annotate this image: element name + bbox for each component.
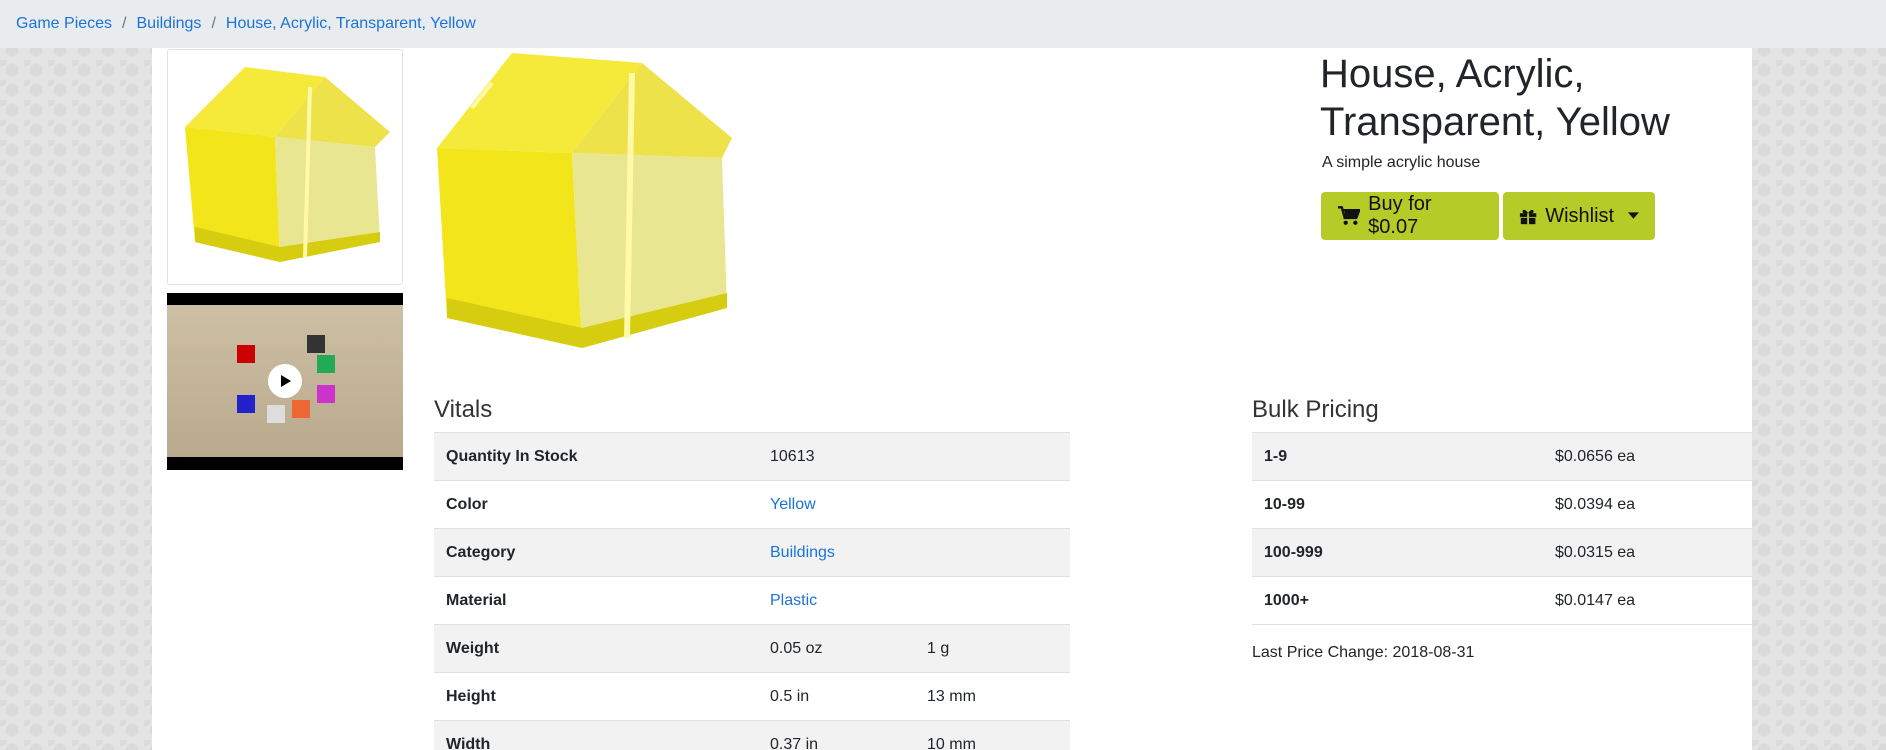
- thumbnail-image[interactable]: [167, 49, 403, 285]
- wishlist-button-label: Wishlist: [1545, 204, 1615, 227]
- wishlist-button[interactable]: Wishlist: [1503, 192, 1655, 240]
- table-row: 1-9 $0.0656 ea: [1252, 432, 1752, 481]
- vitals-value: 10613: [758, 432, 915, 481]
- vitals-extra: [915, 480, 1070, 529]
- bulk-price: $0.0147 ea: [1543, 576, 1752, 625]
- buy-button-label: Buy for $0.07: [1368, 193, 1432, 238]
- vitals-heading: Vitals: [434, 396, 493, 423]
- vitals-label: Width: [434, 720, 758, 750]
- last-price-change: Last Price Change: 2018-08-31: [1252, 644, 1475, 661]
- bulk-pricing-table: 1-9 $0.0656 ea 10-99 $0.0394 ea 100-999 …: [1252, 432, 1752, 625]
- bulk-qty: 1000+: [1252, 576, 1543, 625]
- breadcrumb-current[interactable]: House, Acrylic, Transparent, Yellow: [226, 15, 476, 33]
- product-title: House, Acrylic, Transparent, Yellow: [1320, 52, 1670, 144]
- vitals-extra: 1 g: [915, 624, 1070, 673]
- vitals-label: Quantity In Stock: [434, 432, 758, 481]
- table-row: Quantity In Stock 10613: [434, 432, 1070, 481]
- vitals-value: 0.5 in: [758, 672, 915, 721]
- breadcrumb-separator: /: [122, 15, 127, 32]
- bulk-price: $0.0315 ea: [1543, 528, 1752, 577]
- breadcrumb: Game Pieces / Buildings / House, Acrylic…: [0, 0, 1886, 48]
- vitals-extra: [915, 528, 1070, 577]
- bulk-pricing-heading: Bulk Pricing: [1252, 396, 1379, 423]
- play-icon[interactable]: [268, 364, 302, 398]
- buy-button[interactable]: Buy for $0.07: [1321, 192, 1499, 240]
- bulk-price: $0.0656 ea: [1543, 432, 1752, 481]
- house-piece-image: [185, 67, 390, 262]
- product-subtitle: A simple acrylic house: [1322, 154, 1481, 171]
- material-link[interactable]: Plastic: [770, 592, 817, 609]
- vitals-table: Quantity In Stock 10613 Color Yellow Cat…: [434, 432, 1070, 750]
- table-row: Width 0.37 in 10 mm: [434, 720, 1070, 750]
- vitals-extra: [915, 432, 1070, 481]
- cart-icon: [1337, 206, 1361, 225]
- category-link[interactable]: Buildings: [770, 544, 835, 561]
- caret-down-icon: [1628, 212, 1639, 219]
- vitals-label: Height: [434, 672, 758, 721]
- vitals-value: 0.05 oz: [758, 624, 915, 673]
- breadcrumb-game-pieces[interactable]: Game Pieces: [16, 15, 112, 33]
- table-row: Material Plastic: [434, 576, 1070, 625]
- table-row: Color Yellow: [434, 480, 1070, 529]
- main-product-image: [432, 48, 742, 353]
- bulk-qty: 1-9: [1252, 432, 1543, 481]
- vitals-label: Category: [434, 528, 758, 577]
- color-link[interactable]: Yellow: [770, 496, 816, 513]
- breadcrumb-separator: /: [211, 15, 216, 32]
- breadcrumb-buildings[interactable]: Buildings: [137, 15, 202, 33]
- table-row: 100-999 $0.0315 ea: [1252, 528, 1752, 577]
- table-row: 1000+ $0.0147 ea: [1252, 576, 1752, 625]
- table-row: 10-99 $0.0394 ea: [1252, 480, 1752, 529]
- bulk-qty: 100-999: [1252, 528, 1543, 577]
- vitals-label: Color: [434, 480, 758, 529]
- gift-icon: [1519, 209, 1537, 225]
- vitals-extra: 10 mm: [915, 720, 1070, 750]
- table-row: Height 0.5 in 13 mm: [434, 672, 1070, 721]
- vitals-value: 0.37 in: [758, 720, 915, 750]
- vitals-extra: 13 mm: [915, 672, 1070, 721]
- table-row: Weight 0.05 oz 1 g: [434, 624, 1070, 673]
- vitals-label: Weight: [434, 624, 758, 673]
- table-row: Category Buildings: [434, 528, 1070, 577]
- vitals-label: Material: [434, 576, 758, 625]
- product-page: House, Acrylic, Transparent, Yellow A si…: [152, 48, 1752, 750]
- bulk-price: $0.0394 ea: [1543, 480, 1752, 529]
- video-thumbnail[interactable]: [167, 293, 403, 470]
- bulk-qty: 10-99: [1252, 480, 1543, 529]
- vitals-extra: [915, 576, 1070, 625]
